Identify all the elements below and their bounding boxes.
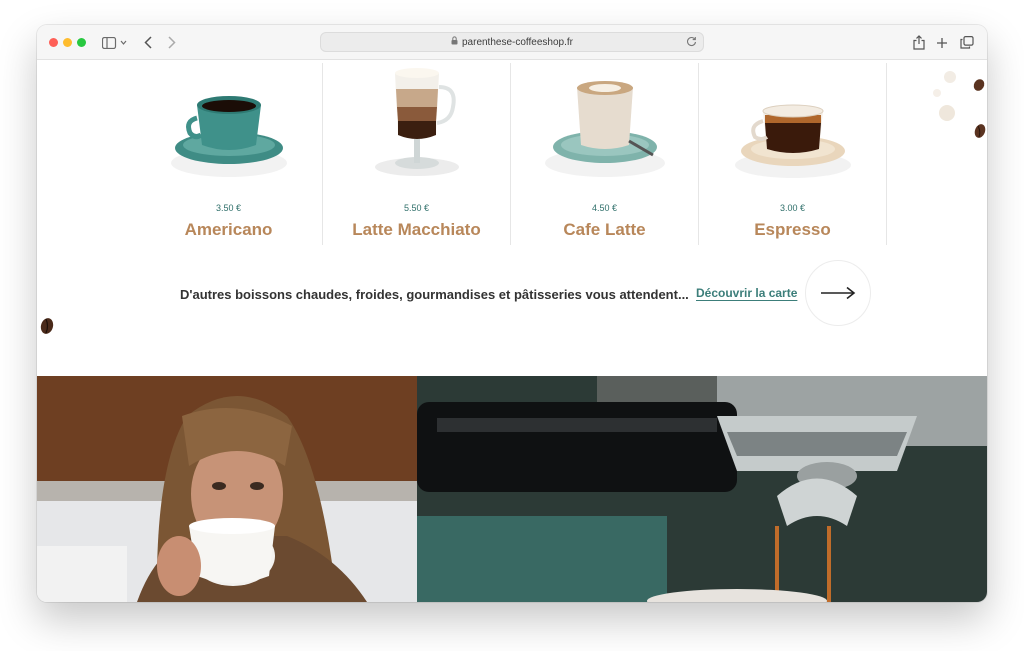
woman-drinking-coffee-image (37, 376, 417, 602)
americano-cup-icon (171, 96, 287, 177)
close-window-button[interactable] (49, 38, 58, 47)
sidebar-toggle-icon[interactable] (101, 34, 129, 51)
product-name[interactable]: Cafe Latte (511, 220, 698, 240)
product-card-cafe-latte[interactable]: 4.50 € Cafe Latte (511, 63, 699, 245)
coffee-bean-icon (40, 318, 54, 334)
zoom-window-button[interactable] (77, 38, 86, 47)
lock-icon (451, 36, 458, 48)
minimize-window-button[interactable] (63, 38, 72, 47)
product-name[interactable]: Latte Macchiato (323, 220, 510, 240)
browser-window: parenthese-coffeeshop.fr 3.50 € American… (37, 25, 987, 602)
cafe-latte-glass-icon (545, 81, 665, 177)
discover-menu-button[interactable] (805, 260, 871, 326)
address-bar[interactable]: parenthese-coffeeshop.fr (320, 32, 704, 52)
espresso-cup-icon (735, 104, 851, 178)
coffee-beans-decoration-icon (933, 71, 986, 138)
product-price: 3.50 € (215, 203, 242, 213)
new-tab-icon[interactable] (935, 34, 949, 51)
photo-banner (37, 376, 987, 602)
tab-overview-icon[interactable] (959, 34, 975, 51)
product-card-americano[interactable]: 3.50 € Americano (135, 63, 323, 245)
reload-icon[interactable] (686, 36, 697, 50)
discover-menu-link[interactable]: Découvrir la carte (696, 286, 797, 300)
product-name[interactable]: Americano (135, 220, 322, 240)
product-card-latte-macchiato[interactable]: 5.50 € Latte Macchiato (323, 63, 511, 245)
url-text: parenthese-coffeeshop.fr (461, 36, 573, 48)
promo-text: D'autres boissons chaudes, froides, gour… (180, 287, 689, 302)
arrow-right-icon (821, 286, 856, 300)
back-icon[interactable] (141, 34, 155, 51)
browser-toolbar: parenthese-coffeeshop.fr (37, 25, 987, 60)
espresso-machine-image (417, 376, 987, 602)
product-price: 3.00 € (779, 203, 806, 213)
latte-macchiato-glass-icon (375, 68, 459, 176)
product-card-espresso[interactable]: 3.00 € Espresso (699, 63, 887, 245)
product-name[interactable]: Espresso (699, 220, 886, 240)
share-icon[interactable] (912, 34, 926, 51)
forward-icon[interactable] (165, 34, 179, 51)
product-price: 5.50 € (403, 203, 430, 213)
page-content: 3.50 € Americano 5.50 € Latte Macchiato (37, 60, 987, 602)
product-price: 4.50 € (591, 203, 618, 213)
